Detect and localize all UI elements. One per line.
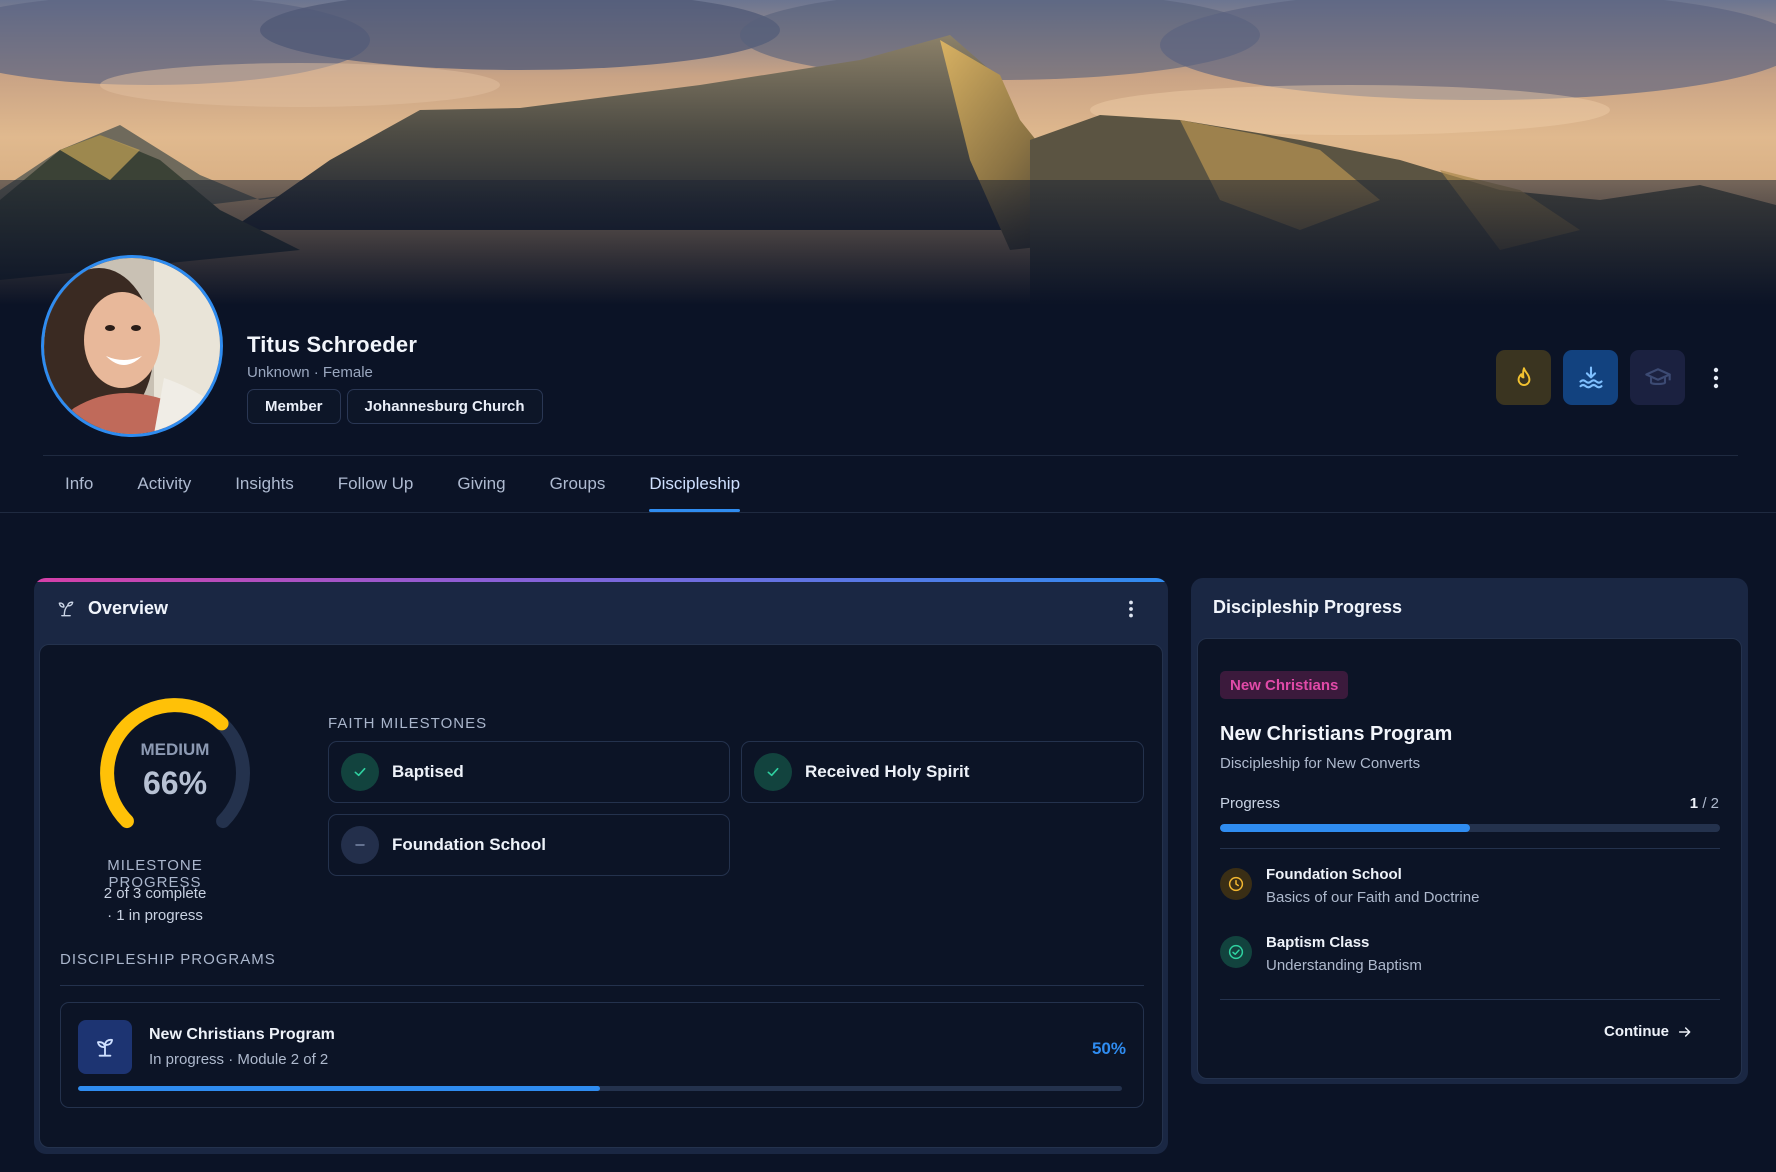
- module-text: Foundation School Basics of our Faith an…: [1266, 866, 1479, 906]
- profile-tabs: Info Activity Insights Follow Up Giving …: [43, 456, 762, 512]
- overview-body: MEDIUM 66% MILESTONE PROGRESS 2 of 3 com…: [39, 644, 1163, 1148]
- progress-label: Progress: [1220, 795, 1281, 812]
- programs-divider: [60, 985, 1144, 986]
- module-name: Foundation School: [1266, 866, 1402, 883]
- profile-avatar[interactable]: [41, 255, 223, 437]
- milestone-holy-spirit[interactable]: Received Holy Spirit: [741, 741, 1144, 803]
- module-name: Baptism Class: [1266, 934, 1370, 951]
- overview-accent-bar: [34, 578, 1168, 582]
- sprout-icon: [58, 601, 74, 616]
- overview-title: Overview: [88, 598, 169, 618]
- clock-icon: [1228, 876, 1244, 892]
- tab-giving[interactable]: Giving: [435, 456, 527, 512]
- progress-total: / 2: [1702, 795, 1719, 812]
- profile-subtitle: Unknown · Female: [247, 364, 373, 381]
- continue-label: Continue: [1604, 1023, 1669, 1040]
- overview-header: Overview: [56, 598, 168, 619]
- module-description: Basics of our Faith and Doctrine: [1266, 889, 1480, 906]
- holy-spirit-button[interactable]: [1496, 350, 1551, 405]
- progress-fill: [1220, 824, 1470, 832]
- progress-done: 1: [1689, 795, 1699, 812]
- overview-card: Overview MEDIUM 66% MILESTONE PROGRESS 2…: [34, 578, 1168, 1154]
- program-name: New Christians Program: [149, 1026, 335, 1043]
- module-status: [1220, 936, 1252, 968]
- tab-groups[interactable]: Groups: [528, 456, 628, 512]
- milestone-check: [341, 753, 379, 791]
- faith-milestones-title: FAITH MILESTONES: [328, 715, 488, 732]
- profile-chips: Member Johannesburg Church: [247, 389, 543, 424]
- milestone-pending: [341, 826, 379, 864]
- discipleship-progress-body: New Christians New Christians Program Di…: [1197, 638, 1742, 1079]
- tab-discipleship[interactable]: Discipleship: [627, 456, 762, 512]
- more-vertical-icon: [1713, 367, 1719, 388]
- milestone-baptised[interactable]: Baptised: [328, 741, 730, 803]
- tab-activity[interactable]: Activity: [115, 456, 213, 512]
- tab-info[interactable]: Info: [43, 456, 115, 512]
- gauge-level-label: MEDIUM: [140, 740, 210, 759]
- profile-actions: [1496, 350, 1731, 405]
- milestone-in-progress-count: · 1 in progress: [107, 907, 203, 924]
- program-status: In progress · Module 2 of 2: [149, 1051, 329, 1068]
- discipleship-programs-title: DISCIPLESHIP PROGRAMS: [60, 951, 276, 968]
- graduation-cap-icon: [1644, 367, 1671, 385]
- gauge-percent: 66%: [142, 765, 208, 801]
- progress-track: [1220, 824, 1720, 832]
- milestone-label: Baptised: [392, 762, 464, 781]
- profile-more-button[interactable]: [1701, 350, 1731, 405]
- arrow-right-icon: [1678, 1026, 1691, 1037]
- program-percent: 50%: [1091, 1039, 1126, 1058]
- module-description: Understanding Baptism: [1266, 957, 1422, 974]
- role-chip[interactable]: Member: [247, 389, 341, 424]
- foundation-school-button[interactable]: [1630, 350, 1685, 405]
- modules-divider: [1220, 999, 1720, 1000]
- program-progress-track: [78, 1086, 1122, 1091]
- baptism-water-icon: [1578, 365, 1603, 388]
- program-progress-fill: [78, 1086, 600, 1091]
- milestone-label: Received Holy Spirit: [805, 762, 970, 781]
- program-category-badge: New Christians: [1220, 671, 1349, 699]
- mountain-landscape: [0, 0, 1776, 305]
- progress-count: 1 / 2: [1690, 795, 1719, 812]
- milestone-foundation-school[interactable]: Foundation School: [328, 814, 730, 876]
- milestone-complete-count: 2 of 3 complete: [103, 885, 207, 902]
- minus-icon: [355, 844, 365, 846]
- church-chip[interactable]: Johannesburg Church: [346, 389, 543, 424]
- module-baptism-class[interactable]: Baptism Class Understanding Baptism: [1220, 934, 1422, 974]
- fire-icon: [1517, 366, 1530, 386]
- tab-insights[interactable]: Insights: [213, 456, 316, 512]
- module-text: Baptism Class Understanding Baptism: [1266, 934, 1422, 974]
- check-icon: [767, 767, 779, 777]
- tabs-divider-bottom: [0, 512, 1776, 513]
- milestone-check: [754, 753, 792, 791]
- program-icon: [78, 1020, 132, 1074]
- baptism-button[interactable]: [1563, 350, 1618, 405]
- check-circle-icon: [1228, 944, 1244, 960]
- profile-name: Titus Schroeder: [247, 332, 418, 357]
- sprout-icon: [97, 1038, 113, 1057]
- module-foundation-school[interactable]: Foundation School Basics of our Faith an…: [1220, 866, 1479, 906]
- continue-button[interactable]: Continue: [1604, 1023, 1693, 1040]
- cover-banner: [0, 0, 1776, 305]
- tab-follow-up[interactable]: Follow Up: [316, 456, 436, 512]
- program-title: New Christians Program: [1220, 723, 1453, 745]
- milestone-gauge: MEDIUM 66%: [80, 685, 270, 855]
- milestone-label: Foundation School: [392, 835, 546, 854]
- module-status: [1220, 868, 1252, 900]
- overview-more-button[interactable]: [1128, 600, 1134, 623]
- progress-divider: [1220, 848, 1720, 849]
- check-icon: [354, 767, 366, 777]
- more-vertical-icon: [1129, 600, 1133, 618]
- program-card-new-christians[interactable]: New Christians Program In progress · Mod…: [60, 1002, 1144, 1108]
- program-description: Discipleship for New Converts: [1220, 755, 1421, 772]
- discipleship-progress-card: Discipleship Progress New Christians New…: [1191, 578, 1748, 1084]
- discipleship-progress-title: Discipleship Progress: [1213, 597, 1403, 617]
- avatar-photo: [44, 258, 220, 434]
